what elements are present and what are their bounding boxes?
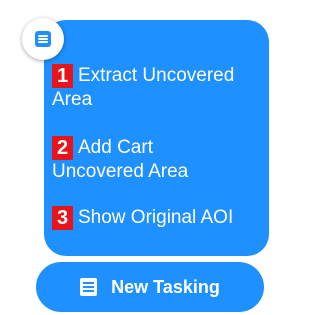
menu-item-show-original-aoi[interactable]: 3 Show Original AOI (52, 206, 274, 230)
new-tasking-button[interactable]: New Tasking (36, 262, 264, 312)
menu-item-add-cart-uncovered-area[interactable]: 2 Add Cart Uncovered Area (52, 136, 264, 184)
menu-item-label-continued: Area (52, 89, 93, 110)
menu-item-extract-uncovered-area[interactable]: 1 Extract Uncovered Area (52, 64, 264, 112)
menu-item-label: Show Original AOI (78, 207, 234, 228)
tasking-menu-widget: 1 Extract Uncovered Area 2 Add Cart Uncove… (0, 0, 275, 315)
menu-item-label: Add Cart (78, 137, 153, 158)
new-tasking-label: New Tasking (111, 276, 220, 297)
step-badge: 3 (52, 206, 73, 230)
step-badge: 1 (52, 64, 73, 88)
list-icon (80, 278, 98, 296)
step-badge: 2 (52, 136, 73, 160)
menu-item-label: Extract Uncovered (78, 65, 235, 86)
menu-list-icon (35, 31, 51, 47)
menu-toggle-button[interactable] (22, 18, 64, 60)
menu-item-label-continued: Uncovered Area (52, 161, 189, 182)
